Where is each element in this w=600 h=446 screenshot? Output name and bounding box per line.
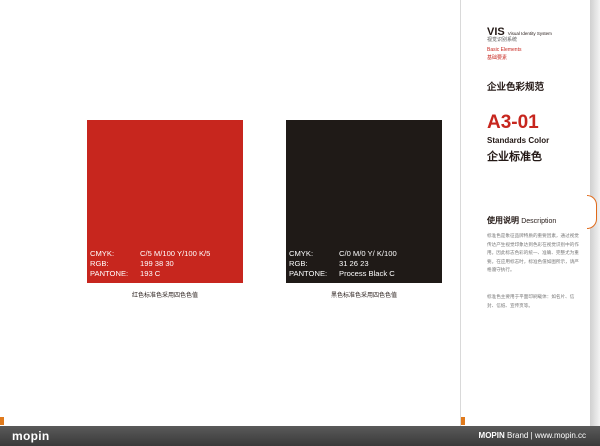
usage-heading: 使用说明 Description	[487, 215, 556, 226]
sidebar	[460, 0, 591, 426]
main-panel: CMYK: C/5 M/100 Y/100 K/5 RGB: 199 38 30 P…	[0, 0, 460, 426]
basic-elements-label: Basic Elements	[487, 47, 522, 53]
rgb-value: 199 38 30	[140, 259, 174, 268]
footer-bar: mopin MOPIN Brand | www.mopin.cc	[0, 426, 600, 446]
brand-url: Brand | www.mopin.cc	[507, 431, 586, 440]
brand-name: MOPIN	[478, 431, 505, 440]
black-swatch-spec: CMYK: C/0 M/0 Y/ K/100 RGB: 31 26 23 PANTO…	[289, 249, 397, 279]
vis-chinese-label: 视觉识别系统	[487, 37, 518, 43]
usage-paragraph-2: 标准色主要用于平面印刷载体：如名片、信封、信纸、宣传页等。	[487, 295, 575, 309]
orange-accent-bar-left	[0, 417, 4, 425]
pantone-value: 193 C	[140, 269, 161, 278]
footer-brand-text: MOPIN Brand | www.mopin.cc	[479, 431, 586, 440]
standards-color-chinese-label: 企业标准色	[487, 151, 542, 163]
cmyk-label: CMYK:	[289, 249, 314, 258]
red-color-swatch: CMYK: C/5 M/100 Y/100 K/5 RGB: 199 38 30 P…	[87, 120, 243, 283]
red-swatch-spec: CMYK: C/5 M/100 Y/100 K/5 RGB: 199 38 30 P…	[90, 249, 210, 279]
page-code: A3-01	[487, 112, 539, 133]
rgb-label: RGB:	[90, 259, 109, 268]
usage-title: 使用说明	[487, 216, 519, 225]
black-color-swatch: CMYK: C/0 M/0 Y/ K/100 RGB: 31 26 23 PANTO…	[286, 120, 442, 283]
basic-elements-chinese-label: 基础要素	[487, 55, 508, 61]
cmyk-value: C/5 M/100 Y/100 K/5	[140, 249, 211, 258]
usage-paragraph-1: 标准色是象征品牌特质的重要因素，通过视觉传达产生视觉印象达到色彩在视觉识别中的作…	[487, 234, 579, 273]
standards-color-label: Standards Color	[487, 136, 550, 145]
section-title: 企业色彩规范	[487, 82, 545, 93]
pantone-value: Process Black C	[339, 269, 395, 278]
cmyk-label: CMYK:	[90, 249, 115, 258]
orange-accent-bar-right	[461, 417, 465, 425]
pantone-label: PANTONE:	[90, 269, 129, 278]
usage-subtitle: Description	[521, 218, 557, 225]
red-swatch-caption: 红色标准色采用四色色值	[131, 292, 198, 299]
rgb-label: RGB:	[289, 259, 308, 268]
pantone-label: PANTONE:	[289, 269, 328, 278]
page-tab-marker	[587, 195, 597, 229]
cmyk-value: C/0 M/0 Y/ K/100	[339, 249, 397, 258]
rgb-value: 31 26 23	[339, 259, 369, 268]
black-swatch-caption: 黑色标准色采用四色色值	[330, 292, 397, 299]
mopin-logo: mopin	[12, 429, 50, 443]
